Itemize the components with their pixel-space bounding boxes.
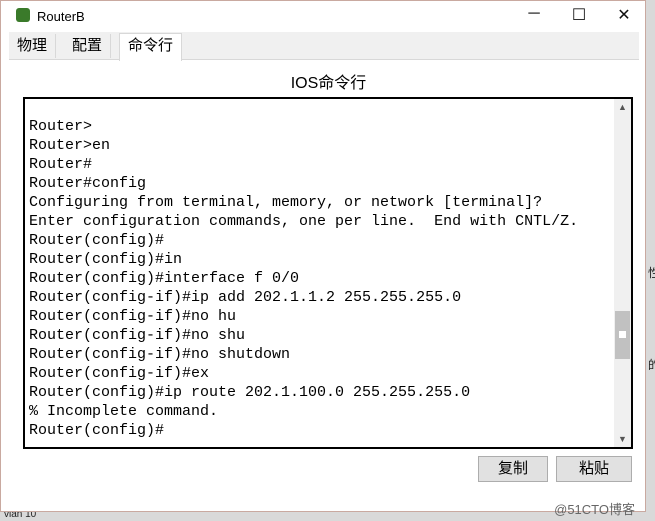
terminal-output: Router> Router>en Router# Router#config Conf… [29, 117, 578, 440]
terminal-line: Router(config)#in [29, 251, 183, 268]
tab-physical[interactable]: 物理 [9, 34, 57, 58]
terminal-line: % Incomplete command. [29, 403, 219, 420]
page-title: IOS命令行 [290, 75, 367, 92]
scroll-thumb[interactable] [615, 311, 630, 359]
terminal-line: Router(config-if)#ex [29, 365, 210, 382]
terminal-line: Router(config)#ip route 202.1.100.0 255.… [29, 384, 471, 401]
terminal-line: Router(config-if)#ip add 202.1.1.2 255.2… [29, 289, 462, 306]
terminal-line: Router> [29, 118, 93, 135]
terminal-line: Router# [29, 156, 93, 173]
copy-button[interactable]: 复制 [478, 456, 548, 482]
terminal-line: Enter configuration commands, one per li… [29, 213, 579, 230]
window-title: RouterB [37, 9, 85, 24]
tab-config[interactable]: 配置 [64, 34, 112, 58]
minimize-button[interactable]: ─ [519, 5, 549, 23]
background-text: 的 [648, 358, 655, 372]
scroll-down-icon[interactable]: ▼ [614, 431, 631, 447]
background-text: 性 [648, 266, 655, 280]
tab-cli[interactable]: 命令行 [119, 33, 183, 61]
close-button[interactable]: ✕ [609, 5, 639, 25]
app-icon [16, 8, 30, 22]
terminal-line: Router(config)# [29, 232, 165, 249]
scroll-up-icon[interactable]: ▲ [614, 99, 631, 115]
terminal-line: Router(config)# [29, 422, 165, 439]
title-bar[interactable]: RouterB ─ ☐ ✕ [1, 1, 645, 31]
terminal-line: Router(config-if)#no shutdown [29, 346, 291, 363]
scrollbar[interactable]: ▲ ▼ [614, 99, 631, 447]
router-window: RouterB ─ ☐ ✕ 物理 配置 命令行 IOS命令行 Router> Ro… [0, 0, 646, 517]
terminal-line: Router(config-if)#no hu [29, 308, 237, 325]
terminal-line: Router#config [29, 175, 147, 192]
paste-button[interactable]: 粘贴 [556, 456, 632, 482]
tab-bar: 物理 配置 命令行 [9, 32, 639, 61]
terminal-line: Configuring from terminal, memory, or ne… [29, 194, 543, 211]
terminal-line: Router>en [29, 137, 111, 154]
maximize-button[interactable]: ☐ [564, 5, 594, 25]
terminal-line: Router(config-if)#no shu [29, 327, 246, 344]
terminal-console[interactable]: Router> Router>en Router# Router#config Conf… [23, 97, 633, 449]
watermark: @51CTO博客 [554, 502, 635, 517]
terminal-line: Router(config)#interface f 0/0 [29, 270, 300, 287]
